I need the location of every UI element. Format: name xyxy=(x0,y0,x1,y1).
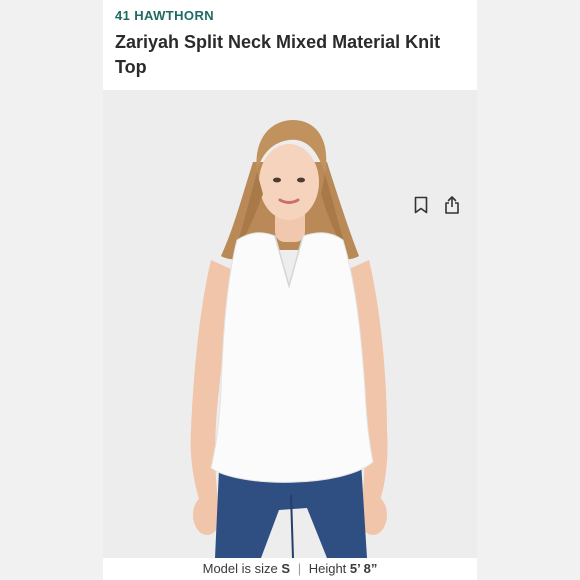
caption-separator: | xyxy=(297,561,302,576)
model-figure xyxy=(190,120,388,558)
product-title: Zariyah Split Neck Mixed Material Knit T… xyxy=(115,32,441,77)
brand-name[interactable]: 41 HAWTHORN xyxy=(115,8,214,23)
model-size-value: S xyxy=(281,561,291,576)
model-size-label: Model is size xyxy=(202,561,278,576)
model-size-caption: Model is size S | Height 5’ 8” xyxy=(103,558,477,580)
model-height-value: 5’ 8” xyxy=(349,561,378,576)
bookmark-icon xyxy=(414,196,428,214)
share-button[interactable] xyxy=(441,194,463,216)
model-height-label: Height xyxy=(308,561,347,576)
product-photo[interactable] xyxy=(103,90,477,558)
product-header: 41 HAWTHORN Zariyah Split Neck Mixed Mat… xyxy=(103,0,477,90)
bookmark-button[interactable] xyxy=(410,194,432,216)
product-card: 41 HAWTHORN Zariyah Split Neck Mixed Mat… xyxy=(103,0,477,580)
share-icon xyxy=(445,196,459,214)
